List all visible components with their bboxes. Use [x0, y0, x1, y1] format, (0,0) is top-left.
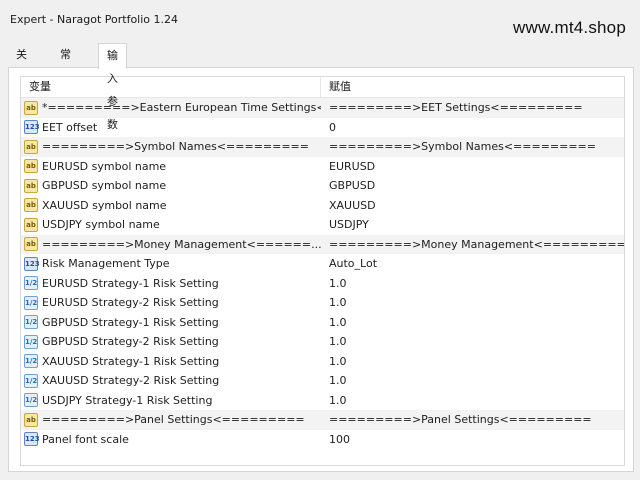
- integer-type-icon: 123: [24, 256, 40, 271]
- table-body: ab *=========>Eastern European Time Setti…: [21, 98, 624, 449]
- value-cell[interactable]: Auto_Lot: [321, 254, 624, 274]
- value-cell[interactable]: GBPUSD: [321, 176, 624, 196]
- window-title: Expert - Naragot Portfolio 1.24: [10, 13, 179, 26]
- value-cell[interactable]: 0: [321, 118, 624, 138]
- table-row[interactable]: 1/2 GBPUSD Strategy-1 Risk Setting 1.0: [21, 313, 624, 333]
- variable-cell: 1/2 GBPUSD Strategy-1 Risk Setting: [21, 313, 321, 333]
- variable-name: EURUSD Strategy-1 Risk Setting: [42, 276, 219, 290]
- string-type-icon: ab: [24, 217, 38, 232]
- value-cell[interactable]: EURUSD: [321, 157, 624, 177]
- value-cell[interactable]: 1.0: [321, 391, 624, 411]
- value-cell[interactable]: =========>EET Settings<=========: [321, 98, 624, 118]
- table-row[interactable]: 1/2 GBPUSD Strategy-2 Risk Setting 1.0: [21, 332, 624, 352]
- variable-cell: ab USDJPY symbol name: [21, 215, 321, 235]
- value-cell[interactable]: 1.0: [321, 274, 624, 294]
- string-type-icon: ab: [24, 237, 38, 252]
- variable-cell: ab =========>Symbol Names<=========: [21, 137, 321, 157]
- column-header-variable[interactable]: 变量: [21, 77, 321, 97]
- value-cell[interactable]: 1.0: [321, 371, 624, 391]
- variable-name: EET offset: [42, 120, 98, 134]
- variable-name: USDJPY Strategy-1 Risk Setting: [42, 393, 213, 407]
- variable-name: Risk Management Type: [42, 257, 170, 270]
- variable-cell: 1/2 XAUUSD Strategy-2 Risk Setting: [21, 371, 321, 391]
- value-cell[interactable]: =========>Panel Settings<=========: [321, 410, 624, 430]
- variable-cell: 123 Panel font scale: [21, 430, 321, 450]
- variable-cell: ab GBPUSD symbol name: [21, 176, 321, 196]
- string-type-icon: ab: [24, 412, 38, 427]
- table-row[interactable]: 123 Panel font scale 100: [21, 430, 624, 450]
- double-type-icon: 1/2: [24, 295, 38, 310]
- double-type-icon: 1/2: [24, 373, 38, 388]
- variable-name: GBPUSD symbol name: [42, 179, 167, 192]
- value-cell[interactable]: 1.0: [321, 332, 624, 352]
- table-row[interactable]: 1/2 USDJPY Strategy-1 Risk Setting 1.0: [21, 391, 624, 411]
- variable-cell: ab *=========>Eastern European Time Setti…: [21, 98, 321, 118]
- table-row[interactable]: 1/2 EURUSD Strategy-1 Risk Setting 1.0: [21, 274, 624, 294]
- string-type-icon: ab: [24, 159, 38, 174]
- variable-name: EURUSD symbol name: [42, 159, 167, 173]
- table-row[interactable]: 123 Risk Management Type Auto_Lot: [21, 254, 624, 274]
- variable-name: =========>Panel Settings<=========: [42, 413, 305, 426]
- value-cell[interactable]: =========>Money Management<=========: [321, 234, 624, 254]
- string-type-icon: ab: [24, 178, 38, 193]
- integer-type-icon: 123: [24, 120, 40, 135]
- variable-cell: 1/2 USDJPY Strategy-1 Risk Setting: [21, 391, 321, 411]
- inputs-panel: 变量 赋值 ab *=========>Eastern European Time…: [8, 67, 634, 472]
- variable-name: GBPUSD Strategy-2 Risk Setting: [42, 335, 219, 348]
- variable-cell: ab =========>Panel Settings<=========: [21, 410, 321, 430]
- tab-common[interactable]: 常用: [52, 45, 79, 81]
- value-cell[interactable]: XAUUSD: [321, 196, 624, 216]
- variable-name: =========>Symbol Names<=========: [42, 140, 309, 153]
- table-row[interactable]: ab USDJPY symbol name USDJPY: [21, 215, 624, 235]
- table-row[interactable]: ab XAUUSD symbol name XAUUSD: [21, 196, 624, 216]
- table-row[interactable]: ab =========>Money Management<======... ==…: [21, 234, 624, 254]
- variable-name: XAUUSD Strategy-2 Risk Setting: [42, 374, 220, 387]
- double-type-icon: 1/2: [24, 315, 38, 330]
- double-type-icon: 1/2: [24, 334, 38, 349]
- table-row[interactable]: ab GBPUSD symbol name GBPUSD: [21, 176, 624, 196]
- table-row[interactable]: 1/2 XAUUSD Strategy-2 Risk Setting 1.0: [21, 371, 624, 391]
- watermark: www.mt4.shop: [513, 18, 626, 37]
- variable-name: =========>Money Management<======...: [42, 237, 321, 251]
- value-cell[interactable]: =========>Symbol Names<=========: [321, 137, 624, 157]
- column-header-value[interactable]: 赋值: [321, 77, 351, 97]
- integer-type-icon: 123: [24, 432, 40, 447]
- value-cell[interactable]: 100: [321, 430, 624, 450]
- string-type-icon: ab: [24, 198, 38, 213]
- variable-cell: ab XAUUSD symbol name: [21, 196, 321, 216]
- variable-cell: 1/2 EURUSD Strategy-1 Risk Setting: [21, 274, 321, 294]
- table-row[interactable]: ab =========>Symbol Names<========= ======…: [21, 137, 624, 157]
- variable-name: XAUUSD symbol name: [42, 198, 167, 212]
- variable-cell: ab =========>Money Management<======...: [21, 234, 321, 254]
- value-cell[interactable]: USDJPY: [321, 215, 624, 235]
- value-cell[interactable]: 1.0: [321, 293, 624, 313]
- tab-inputs[interactable]: 输入参数: [98, 43, 127, 131]
- variable-cell: 1/2 XAUUSD Strategy-1 Risk Setting: [21, 352, 321, 372]
- variable-name: *=========>Eastern European Time Setting…: [42, 101, 321, 114]
- string-type-icon: ab: [24, 100, 38, 115]
- table-row[interactable]: 1/2 EURUSD Strategy-2 Risk Setting 1.0: [21, 293, 624, 313]
- variable-cell: ab EURUSD symbol name: [21, 157, 321, 177]
- variable-cell: 123 Risk Management Type: [21, 254, 321, 274]
- double-type-icon: 1/2: [24, 276, 38, 291]
- table-row[interactable]: ab EURUSD symbol name EURUSD: [21, 157, 624, 177]
- table-row[interactable]: ab =========>Panel Settings<========= ====…: [21, 410, 624, 430]
- value-cell[interactable]: 1.0: [321, 313, 624, 333]
- variable-name: XAUUSD Strategy-1 Risk Setting: [42, 354, 220, 368]
- variable-cell: 1/2 GBPUSD Strategy-2 Risk Setting: [21, 332, 321, 352]
- tab-about[interactable]: 关于: [8, 45, 35, 81]
- variable-name: EURUSD Strategy-2 Risk Setting: [42, 296, 219, 309]
- double-type-icon: 1/2: [24, 354, 38, 369]
- variable-cell: 123 EET offset: [21, 118, 321, 138]
- variable-name: GBPUSD Strategy-1 Risk Setting: [42, 315, 219, 329]
- value-cell[interactable]: 1.0: [321, 352, 624, 372]
- double-type-icon: 1/2: [24, 393, 38, 408]
- string-type-icon: ab: [24, 139, 38, 154]
- variable-name: Panel font scale: [42, 432, 129, 446]
- variable-cell: 1/2 EURUSD Strategy-2 Risk Setting: [21, 293, 321, 313]
- table-row[interactable]: 1/2 XAUUSD Strategy-1 Risk Setting 1.0: [21, 352, 624, 372]
- variable-name: USDJPY symbol name: [42, 218, 160, 231]
